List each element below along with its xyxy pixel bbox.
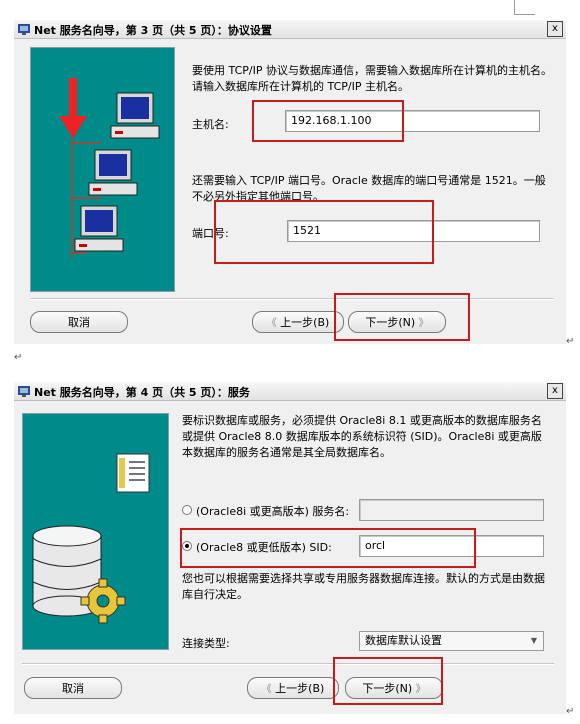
database-illustration [22,413,169,650]
annotation-box [334,293,470,341]
page-corner-mark [514,0,535,15]
annotation-box [180,528,476,568]
chevron-down-icon: ▼ [530,636,538,645]
wizard-dialog: 要使用 TCP/IP 协议与数据库通信，需要输入数据库所在计算机的主机名。请输入… [14,39,566,344]
intro-text: 要标识数据库或服务，必须提供 Oracle8i 8.1 或更高版本的数据库服务名… [182,414,542,459]
annotation-box [214,200,434,264]
service-name-label: (Oracle8i 或更高版本) 服务名: [196,505,350,518]
divider [22,663,554,665]
cancel-button[interactable]: 取消 [24,677,122,699]
host-label: 主机名: [192,118,229,131]
window-titlebar: Net 服务名向导，第 4 页（共 5 页）：服务 x [14,382,566,401]
window-title: Net 服务名向导，第 4 页（共 5 页）：服务 [34,386,250,399]
window-titlebar: Net 服务名向导，第 3 页（共 5 页）：协议设置 x [14,20,566,39]
paragraph-mark: ↵ [14,352,23,363]
app-icon [18,24,30,35]
annotation-box [333,657,443,705]
network-computers-image [59,78,160,258]
paragraph-mark: ↵ [566,706,575,717]
network-illustration [30,47,175,292]
back-arrow-icon: 《 [261,684,272,695]
service-name-input[interactable] [359,499,544,521]
back-label: 上一步(B) [275,682,325,695]
paragraph-mark: ↵ [566,336,575,347]
connection-type-select[interactable]: 数据库默认设置 ▼ [359,631,544,651]
back-button[interactable]: 《 上一步(B) [252,311,344,333]
divider [30,298,554,300]
connection-note: 您也可以根据需要选择共享或专用服务器数据库连接。默认的方式是由数据库自行决定。 [182,572,545,601]
app-icon [18,386,30,397]
service-name-radio[interactable] [182,505,192,515]
back-arrow-icon: 《 [266,318,277,329]
connection-type-label: 连接类型: [182,637,230,650]
back-button[interactable]: 《 上一步(B) [247,677,339,699]
close-button[interactable]: x [547,383,563,399]
connection-type-value: 数据库默认设置 [365,634,442,647]
intro-text: 要使用 TCP/IP 协议与数据库通信，需要输入数据库所在计算机的主机名。请输入… [192,64,552,93]
database-gear-image [32,453,150,624]
close-button[interactable]: x [547,21,563,37]
annotation-box [252,100,404,142]
cancel-button[interactable]: 取消 [30,311,128,333]
back-label: 上一步(B) [280,316,330,329]
window-title: Net 服务名向导，第 3 页（共 5 页）：协议设置 [34,24,272,37]
